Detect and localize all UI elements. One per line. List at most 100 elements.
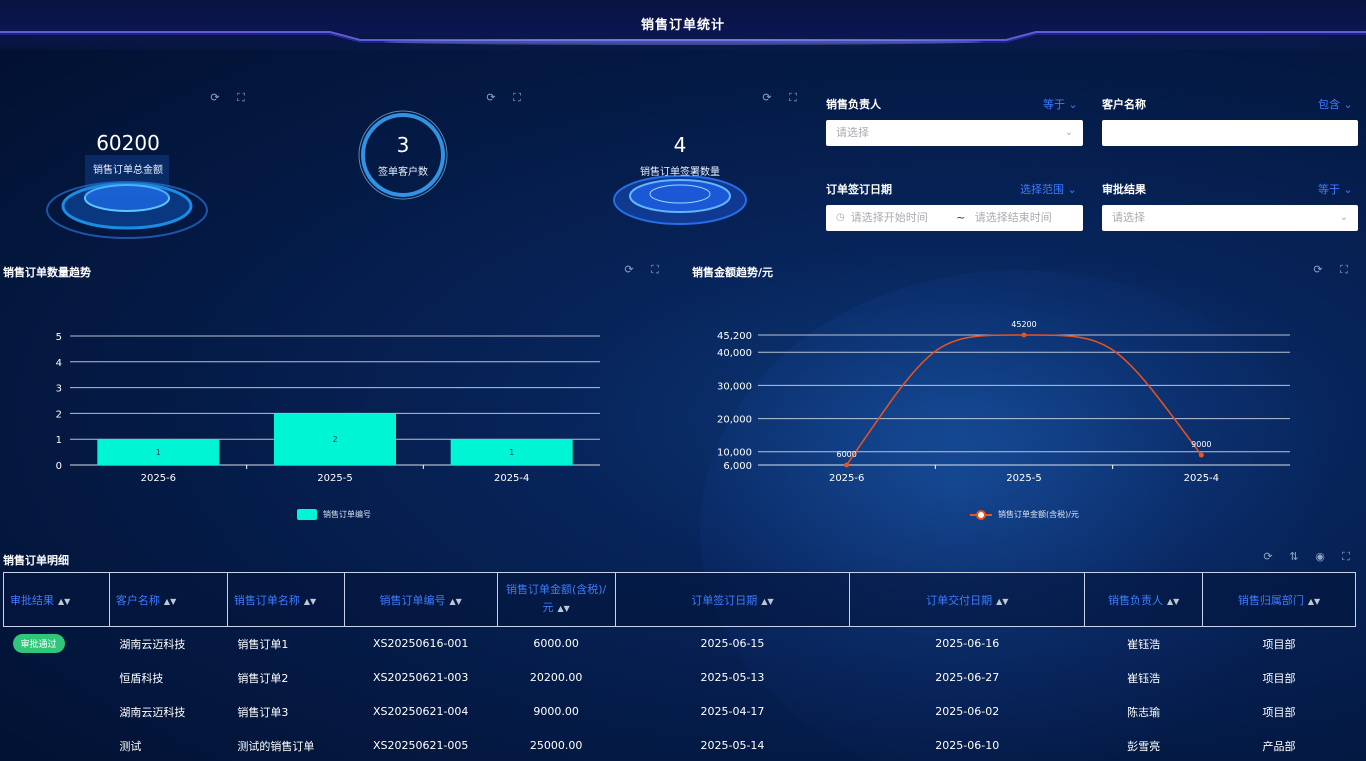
filter-label-approval: 审批结果 [1102, 183, 1146, 196]
amount-chart-legend[interactable]: 销售订单金额(含税)/元 [970, 509, 1079, 520]
table-cell-code: XS20250621-004 [372, 705, 469, 718]
column-header-deliver-date[interactable]: 订单交付日期 ▲▼ [849, 572, 1086, 627]
table-row[interactable]: 测试 测试的销售订单 XS20250621-005 25000.00 2025-05-1… [4, 729, 1356, 761]
sales-owner-select[interactable]: 请选择 ⌄ [826, 120, 1083, 146]
detail-table-title: 销售订单明细 [3, 554, 69, 567]
bar-data-label: 1 [156, 448, 161, 457]
data-point [1021, 332, 1027, 338]
table-cell-owner: 陈志瑜 [1127, 705, 1161, 719]
table-cell-sign: 2025-05-14 [700, 739, 765, 752]
y-tick-label: 45,200 [717, 331, 752, 342]
sort-icon[interactable]: ⇅ [1288, 551, 1300, 563]
column-header-customer[interactable]: 客户名称 ▲▼ [108, 572, 228, 627]
table-cell-dept: 项目部 [1262, 637, 1296, 651]
eye-icon[interactable]: ◉ [1314, 551, 1326, 563]
table-row[interactable]: 审批通过 湖南云迈科技 销售订单1 XS20250616-001 6000.00 2025… [4, 627, 1356, 661]
chevron-down-icon: ⌄ [1343, 183, 1353, 196]
kpi3-tools: ⟳ ⛶ [761, 92, 799, 104]
end-date-input[interactable]: 请选择结束时间 [975, 205, 1052, 231]
count-chart-legend[interactable]: 销售订单编号 [297, 509, 371, 520]
table-cell-owner: 崔钰浩 [1127, 637, 1161, 651]
range-separator: ~ [956, 211, 966, 224]
filter-operator-customer-name[interactable]: 包含 ⌄ [1318, 96, 1353, 112]
y-tick-label: 6,000 [723, 461, 752, 472]
y-tick-label: 5 [56, 332, 62, 343]
filter-operator-sales-owner[interactable]: 等于 ⌄ [1043, 96, 1078, 112]
fullscreen-icon[interactable]: ⛶ [1340, 551, 1352, 563]
point-data-label: 45200 [1011, 320, 1036, 329]
y-tick-label: 3 [56, 384, 62, 395]
table-cell-code: XS20250616-001 [372, 637, 469, 651]
page-title: 销售订单统计 [640, 18, 725, 33]
x-tick-label: 2025-6 [829, 473, 864, 484]
table-cell-owner: 崔钰浩 [1127, 671, 1161, 685]
kpi-total-amount: 60200 销售订单总金额 [68, 131, 188, 176]
series-line [846, 334, 1202, 466]
column-header-owner[interactable]: 销售负责人 ▲▼ [1084, 572, 1204, 627]
filter-operator-approval[interactable]: 等于 ⌄ [1318, 181, 1353, 197]
y-tick-label: 20,000 [717, 415, 752, 426]
kpi-label: 销售订单签署数量 [640, 167, 720, 178]
x-tick-label: 2025-4 [1184, 473, 1219, 484]
refresh-icon[interactable]: ⟳ [1312, 264, 1324, 276]
legend-label: 销售订单金额(含税)/元 [998, 510, 1079, 519]
start-date-input[interactable]: 请选择开始时间 [851, 205, 947, 231]
fullscreen-icon[interactable]: ⛶ [787, 92, 799, 104]
column-header-order-code[interactable]: 销售订单编号 ▲▼ [343, 572, 498, 627]
table-row[interactable]: 恒盾科技 销售订单2 XS20250621-003 20200.00 2025-05-1… [4, 661, 1356, 695]
filter-operator-sign-date[interactable]: 选择范围 ⌄ [1020, 181, 1077, 197]
y-tick-label: 40,000 [717, 348, 752, 359]
table-cell-amount: 6000.00 [533, 637, 579, 651]
customer-name-input[interactable] [1102, 120, 1358, 146]
column-header-dept[interactable]: 销售归属部门 ▲▼ [1202, 572, 1356, 627]
table-cell-deliver: 2025-06-10 [935, 739, 1000, 752]
legend-swatch [297, 509, 317, 520]
table-cell-customer: 恒盾科技 [119, 671, 164, 685]
refresh-icon[interactable]: ⟳ [485, 92, 497, 104]
fullscreen-icon[interactable]: ⛶ [235, 92, 247, 104]
y-tick-label: 30,000 [717, 381, 752, 392]
chevron-down-icon: ⌄ [1064, 127, 1073, 138]
column-header-order-name[interactable]: 销售订单名称 ▲▼ [226, 572, 345, 627]
fullscreen-icon[interactable]: ⛶ [649, 264, 661, 276]
refresh-icon[interactable]: ⟳ [209, 92, 221, 104]
column-header-approval[interactable]: 审批结果 ▲▼ [3, 572, 110, 627]
legend-line-icon [970, 509, 992, 520]
select-placeholder: 请选择 [836, 126, 869, 139]
point-data-label: 6000 [836, 450, 856, 459]
table-header-row: 审批结果 ▲▼ 客户名称 ▲▼ 销售订单名称 ▲▼ 销售订单编号 ▲▼ 销售订单金额(含… [3, 572, 1356, 627]
count-chart-tools: ⟳ ⛶ [623, 264, 661, 276]
table-cell-code: XS20250621-005 [372, 739, 469, 752]
sort-caret-icon: ▲▼ [449, 596, 462, 606]
refresh-icon[interactable]: ⟳ [761, 92, 773, 104]
table-cell-customer: 测试 [119, 739, 142, 753]
fullscreen-icon[interactable]: ⛶ [1338, 264, 1350, 276]
table-cell-name: 销售订单3 [237, 705, 289, 719]
approval-select[interactable]: 请选择 ⌄ [1102, 205, 1358, 231]
x-tick-label: 2025-5 [317, 473, 352, 484]
data-point [1198, 452, 1204, 458]
sign-date-range-picker[interactable]: ◷ 请选择开始时间 ~ 请选择结束时间 [826, 205, 1083, 231]
refresh-icon[interactable]: ⟳ [623, 264, 635, 276]
column-header-sign-date[interactable]: 订单签订日期 ▲▼ [614, 572, 851, 627]
sales-amount-line-chart: 6,000 10,000 20,000 30,000 40,000 45,200 6000 2… [717, 320, 1290, 484]
filter-label-sign-date: 订单签订日期 [826, 183, 892, 196]
table-cell-amount: 20200.00 [529, 671, 583, 684]
table-cell-dept: 产品部 [1262, 739, 1296, 753]
kpi-label: 签单客户数 [378, 167, 428, 178]
refresh-icon[interactable]: ⟳ [1262, 551, 1274, 563]
table-cell-status: 审批通过 [4, 627, 110, 661]
table-cell-name: 销售订单1 [237, 637, 289, 651]
table-row[interactable]: 湖南云迈科技 销售订单3 XS20250621-004 9000.00 2025-04-… [4, 695, 1356, 729]
table-cell-amount: 9000.00 [533, 705, 579, 718]
kpi-order-count: 4 销售订单签署数量 [620, 133, 740, 178]
table-cell-deliver: 2025-06-02 [935, 705, 1000, 718]
table-cell-customer: 湖南云迈科技 [119, 705, 186, 719]
filter-label-sales-owner: 销售负责人 [826, 98, 881, 111]
fullscreen-icon[interactable]: ⛶ [511, 92, 523, 104]
table-cell-customer: 湖南云迈科技 [119, 637, 186, 651]
table-cell-sign: 2025-04-17 [700, 705, 765, 718]
column-header-amount[interactable]: 销售订单金额(含税)/元 ▲▼ [496, 572, 616, 627]
status-badge: 审批通过 [12, 634, 65, 654]
table-cell-deliver: 2025-06-27 [935, 671, 1000, 684]
